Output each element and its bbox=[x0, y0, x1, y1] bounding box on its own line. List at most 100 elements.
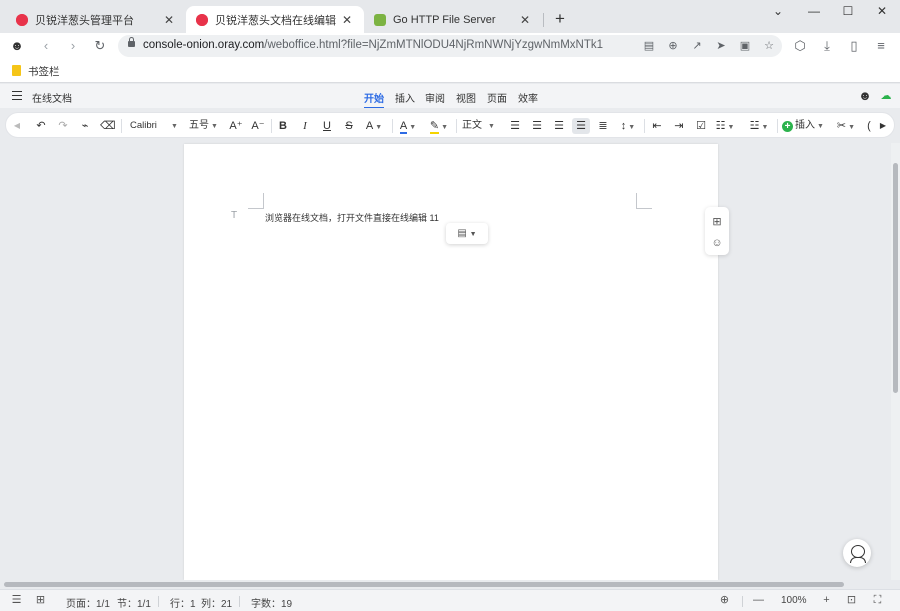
bookmark-folder-label[interactable]: 书签栏 bbox=[28, 64, 60, 79]
tab-efficiency[interactable]: 效率 bbox=[518, 90, 538, 105]
more-icon[interactable]: ( bbox=[864, 118, 874, 134]
zoom-in-icon[interactable]: + bbox=[820, 594, 833, 607]
redo-icon[interactable]: ↷ bbox=[56, 118, 70, 134]
bullet-list-button[interactable]: ☷ ▼ bbox=[712, 118, 738, 134]
italic-button[interactable]: I bbox=[298, 118, 312, 134]
zoom-icon[interactable]: ⊕ bbox=[666, 39, 680, 53]
scroll-right-icon[interactable]: ▶ bbox=[878, 118, 888, 134]
align-right-icon[interactable]: ☰ bbox=[552, 118, 566, 134]
font-size-select[interactable]: 五号 ▼ bbox=[189, 118, 225, 134]
strikethrough-button[interactable]: S bbox=[342, 118, 356, 134]
numbered-list-button[interactable]: ☳ ▼ bbox=[746, 118, 772, 134]
forward-icon[interactable]: › bbox=[65, 38, 81, 54]
back-icon[interactable]: ‹ bbox=[38, 38, 54, 54]
download-icon[interactable]: ⤓ bbox=[819, 38, 835, 54]
browser-tab-fileserver[interactable]: Go HTTP File Server ✕ bbox=[364, 6, 542, 33]
chevron-down-icon[interactable]: ⌄ bbox=[768, 4, 788, 18]
tools-button[interactable]: ✂ ▼ bbox=[834, 118, 858, 134]
scroll-left-icon[interactable]: ◀ bbox=[11, 118, 23, 134]
document-page[interactable]: T 浏览器在线文档，打开文件直接在线编辑 11 ▤ ▼ bbox=[184, 144, 718, 580]
assistant-icon[interactable] bbox=[843, 539, 871, 567]
clipboard-icon[interactable]: ▤ bbox=[642, 39, 656, 53]
emoji-icon[interactable]: ☺ bbox=[710, 236, 724, 250]
align-justify-icon[interactable]: ☰ bbox=[572, 118, 590, 134]
checkbox-list-icon[interactable]: ☑ bbox=[694, 118, 708, 134]
url-text[interactable]: console-onion.oray.com/weboffice.html?fi… bbox=[143, 39, 603, 51]
toolbar-pill: ◀ ↶ ↷ ⌁ ⌫ Calibri ▼ 五号 ▼ A⁺ A⁻ B I U S A ▼ … bbox=[5, 112, 895, 138]
toolbar-divider bbox=[644, 119, 645, 133]
hamburger-menu-icon[interactable] bbox=[12, 91, 22, 100]
tab-title: Go HTTP File Server bbox=[393, 13, 496, 26]
insert-button[interactable]: + 插入 ▼ bbox=[782, 118, 828, 134]
increase-indent-icon[interactable]: ⇥ bbox=[672, 118, 686, 134]
word-count[interactable]: 字数：19 bbox=[251, 595, 292, 610]
distributed-align-icon[interactable]: ≣ bbox=[596, 118, 610, 134]
tab-insert[interactable]: 插入 bbox=[395, 90, 415, 105]
margin-corner-mark bbox=[248, 193, 264, 209]
decrease-indent-icon[interactable]: ⇤ bbox=[650, 118, 664, 134]
maximize-icon[interactable]: ☐ bbox=[838, 4, 858, 18]
browser-tab-manage[interactable]: 贝锐洋葱头管理平台 ✕ bbox=[6, 6, 186, 33]
vertical-scrollbar[interactable] bbox=[891, 143, 900, 580]
minimize-icon[interactable]: — bbox=[804, 4, 824, 18]
tab-review[interactable]: 审阅 bbox=[425, 90, 445, 105]
extensions-icon[interactable]: ⬡ bbox=[792, 38, 808, 54]
window-close-icon[interactable]: ✕ bbox=[872, 4, 892, 18]
status-bar: ☰ ⊞ 页面：1/1 节：1/1 行：1 列：21 字数：19 ⊕ — 100%… bbox=[0, 589, 900, 611]
format-painter-icon[interactable]: ⌁ bbox=[78, 118, 92, 134]
page-layout-icon[interactable]: ⊞ bbox=[34, 594, 47, 607]
close-icon[interactable]: ✕ bbox=[340, 13, 354, 27]
outline-icon[interactable]: ☰ bbox=[10, 594, 23, 607]
toolbar-divider bbox=[456, 119, 457, 133]
browser-tab-editor[interactable]: 贝锐洋葱头文档在线编辑 ✕ bbox=[186, 6, 364, 33]
toolbar-divider bbox=[777, 119, 778, 133]
reload-icon[interactable]: ↻ bbox=[92, 38, 108, 54]
paragraph-style-icon[interactable]: T bbox=[231, 210, 237, 221]
page-indicator[interactable]: 页面：1/1 bbox=[66, 595, 110, 610]
paste-options-button[interactable]: ▤ ▼ bbox=[446, 223, 488, 244]
star-icon[interactable]: ☆ bbox=[762, 39, 776, 53]
shrink-font-button[interactable]: A⁻ bbox=[250, 118, 266, 134]
zoom-level[interactable]: 100% bbox=[781, 595, 807, 606]
tab-view[interactable]: 视图 bbox=[456, 90, 476, 105]
font-color-button[interactable]: A ▼ bbox=[396, 118, 420, 134]
screenshot-icon[interactable]: ▣ bbox=[738, 39, 752, 53]
row-indicator: 行：1 bbox=[170, 599, 196, 610]
sidebar-icon[interactable]: ▯ bbox=[846, 38, 862, 54]
user-avatar-icon[interactable]: ☻ bbox=[857, 88, 873, 104]
close-icon[interactable]: ✕ bbox=[518, 13, 532, 27]
paragraph-style-select[interactable]: 正文 ▼ bbox=[462, 118, 498, 134]
address-field[interactable]: console-onion.oray.com/weboffice.html?fi… bbox=[118, 35, 782, 57]
menu-icon[interactable]: ≡ bbox=[873, 38, 889, 54]
align-center-icon[interactable]: ☰ bbox=[530, 118, 544, 134]
send-icon[interactable]: ➤ bbox=[714, 39, 728, 53]
zoom-out-icon[interactable]: — bbox=[752, 594, 765, 607]
globe-icon[interactable]: ⊕ bbox=[718, 594, 731, 607]
undo-icon[interactable]: ↶ bbox=[34, 118, 48, 134]
font-name-select[interactable]: Calibri ▼ bbox=[130, 118, 180, 134]
fullscreen-icon[interactable]: ⛶ bbox=[871, 594, 884, 607]
tab-page[interactable]: 页面 bbox=[487, 90, 507, 105]
tab-start[interactable]: 开始 bbox=[364, 90, 384, 109]
close-icon[interactable]: ✕ bbox=[162, 13, 176, 27]
add-comment-icon[interactable]: ⊞ bbox=[710, 215, 724, 229]
cloud-saved-icon: ☁ bbox=[880, 90, 892, 102]
gohttp-icon bbox=[374, 13, 386, 26]
align-left-icon[interactable]: ☰ bbox=[508, 118, 522, 134]
grow-font-button[interactable]: A⁺ bbox=[228, 118, 244, 134]
bold-button[interactable]: B bbox=[276, 118, 290, 134]
fit-page-icon[interactable]: ⊡ bbox=[845, 594, 858, 607]
underline-button[interactable]: U bbox=[320, 118, 334, 134]
document-text[interactable]: 浏览器在线文档，打开文件直接在线编辑 11 bbox=[265, 211, 439, 224]
vertical-scroll-thumb[interactable] bbox=[893, 163, 898, 393]
line-spacing-button[interactable]: ↕ ▼ bbox=[616, 118, 640, 134]
highlight-button[interactable]: ✎ ▼ bbox=[427, 118, 451, 134]
horizontal-scrollbar[interactable] bbox=[0, 580, 900, 589]
app-name: 在线文档 bbox=[32, 94, 72, 105]
horizontal-scroll-thumb[interactable] bbox=[4, 582, 844, 587]
new-tab-button[interactable]: + bbox=[551, 9, 569, 29]
profile-avatar-icon[interactable]: ☻ bbox=[9, 38, 25, 54]
text-effect-button[interactable]: A ▼ bbox=[362, 118, 386, 134]
share-icon[interactable]: ↗ bbox=[690, 39, 704, 53]
clear-format-icon[interactable]: ⌫ bbox=[100, 118, 116, 134]
